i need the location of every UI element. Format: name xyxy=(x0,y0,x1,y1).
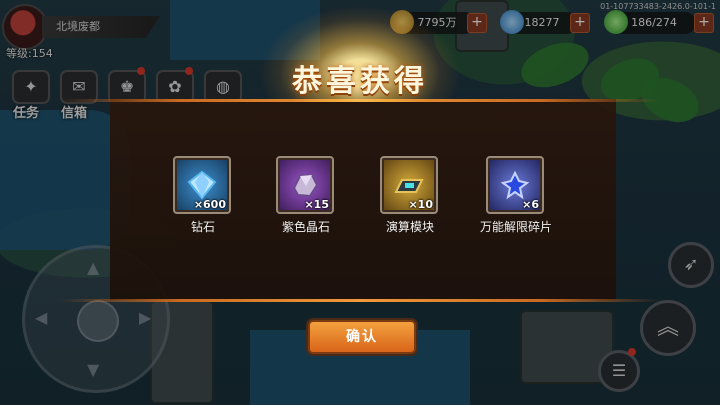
purple-crystal-icon xyxy=(292,173,319,198)
item-name: 钻石 xyxy=(190,220,215,234)
item-quantity: ×600 xyxy=(193,198,226,211)
diamond-icon xyxy=(187,170,217,200)
item-quantity: ×15 xyxy=(304,198,329,211)
item-quantity: ×10 xyxy=(408,198,433,211)
item-frame: ×600 xyxy=(173,156,231,214)
item-name: 紫色晶石 xyxy=(281,220,330,234)
panel-bottom-edge xyxy=(60,299,660,302)
compute-module-icon xyxy=(394,179,424,193)
item-name: 万能解限碎片 xyxy=(479,220,552,234)
item-frame: ×10 xyxy=(380,156,438,214)
confirm-button[interactable]: 确认 xyxy=(308,320,416,354)
item-frame: ×15 xyxy=(276,156,334,214)
dialog-title: 恭喜获得 xyxy=(292,64,428,99)
item-frame: ×6 xyxy=(486,156,544,214)
limit-shard-icon xyxy=(500,170,530,200)
item-name: 演算模块 xyxy=(385,220,434,234)
item-quantity: ×6 xyxy=(522,198,539,211)
